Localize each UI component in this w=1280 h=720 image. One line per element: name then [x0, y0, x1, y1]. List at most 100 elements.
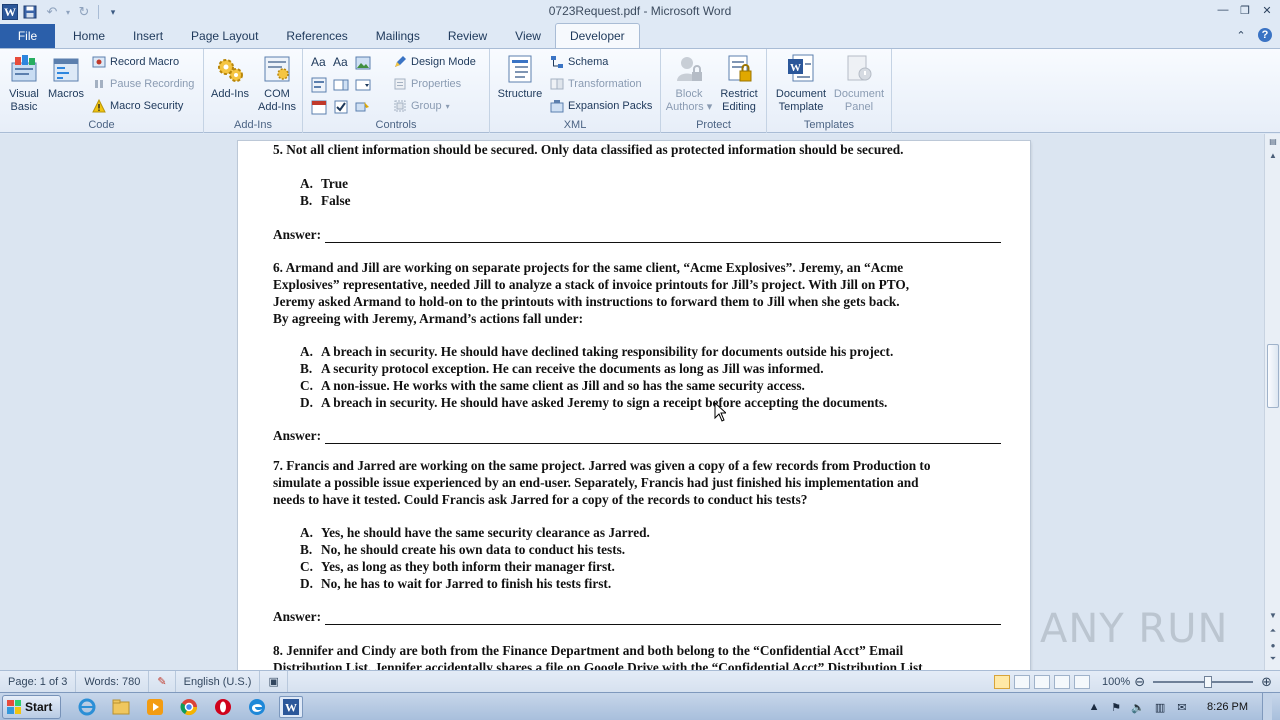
option-text: True	[321, 176, 349, 191]
group-button[interactable]: Group ▾	[393, 96, 450, 116]
document-template-button[interactable]: W Document Template	[771, 53, 831, 114]
q7-option-d: D. No, he has to wait for Jarred to finis…	[300, 575, 611, 592]
visual-basic-label: Visual Basic	[9, 88, 39, 113]
visual-basic-button[interactable]: Visual Basic	[4, 53, 44, 114]
show-hidden-icons-icon[interactable]: ▲	[1087, 700, 1101, 714]
check-box-control-icon[interactable]	[333, 99, 349, 115]
previous-page-icon[interactable]: ⏶	[1265, 624, 1280, 638]
option-letter: B.	[300, 361, 313, 376]
properties-button[interactable]: Properties	[393, 74, 461, 94]
minimize-icon[interactable]: —	[1216, 3, 1230, 17]
word-logo-icon[interactable]: W	[2, 4, 18, 20]
zoom-in-icon[interactable]: ⊕	[1261, 674, 1272, 690]
save-icon[interactable]	[20, 2, 40, 22]
minimize-ribbon-icon[interactable]: ⌃	[1234, 28, 1248, 42]
tab-insert[interactable]: Insert	[119, 24, 177, 48]
full-screen-reading-view-button[interactable]	[1014, 675, 1031, 689]
explorer-icon[interactable]	[109, 696, 133, 718]
scrollbar-thumb[interactable]	[1267, 344, 1279, 408]
network-icon[interactable]: ▥	[1153, 700, 1167, 714]
scroll-up-icon[interactable]: ▲	[1265, 148, 1280, 162]
structure-button[interactable]: Structure	[496, 53, 544, 101]
edge-icon[interactable]	[245, 696, 269, 718]
picture-control-icon[interactable]	[355, 55, 371, 71]
select-browse-object-icon[interactable]: ●	[1265, 638, 1280, 652]
design-mode-label: Design Mode	[411, 56, 476, 68]
chrome-icon[interactable]	[177, 696, 201, 718]
proofing-icon[interactable]: ✎	[149, 670, 176, 693]
vertical-scrollbar[interactable]: ▤ ▲ ▼ ⏶ ● ⏷	[1264, 134, 1280, 670]
macros-button[interactable]: Macros	[46, 53, 86, 101]
q6-answer-line[interactable]: Answer:	[273, 427, 1001, 444]
design-mode-button[interactable]: Design Mode	[393, 52, 476, 72]
rich-text-control-icon[interactable]: Aa	[311, 55, 327, 71]
language[interactable]: English (U.S.)	[176, 670, 261, 693]
start-button[interactable]: Start	[2, 694, 62, 719]
document-page[interactable]: 5. Not all client information should be …	[238, 141, 1030, 670]
word-count[interactable]: Words: 780	[76, 670, 150, 693]
ie-icon[interactable]	[75, 696, 99, 718]
tab-file[interactable]: File	[0, 24, 55, 48]
opera-icon[interactable]	[211, 696, 235, 718]
next-page-icon[interactable]: ⏷	[1265, 652, 1280, 666]
word-icon[interactable]: W	[279, 695, 304, 718]
tab-mailings[interactable]: Mailings	[362, 24, 434, 48]
block-authors-button[interactable]: Block Authors ▾	[665, 53, 713, 114]
combo-box-control-icon[interactable]	[333, 77, 349, 93]
q7-answer-line[interactable]: Answer:	[273, 608, 1001, 625]
add-ins-button[interactable]: Add-Ins	[208, 53, 252, 101]
date-picker-control-icon[interactable]	[311, 99, 327, 115]
macro-security-button[interactable]: Macro Security	[92, 96, 183, 116]
volume-icon[interactable]: 🔈	[1131, 700, 1145, 714]
schema-button[interactable]: Schema	[550, 52, 608, 72]
help-icon[interactable]: ?	[1258, 28, 1272, 42]
record-macro-button[interactable]: Record Macro	[92, 52, 179, 72]
com-add-ins-button[interactable]: COM Add-Ins	[254, 53, 300, 114]
action-center-icon[interactable]: ✉	[1175, 700, 1189, 714]
restrict-editing-button[interactable]: Restrict Editing	[715, 53, 763, 114]
undo-dropdown-icon[interactable]: ▾	[64, 2, 72, 22]
show-desktop-button[interactable]	[1262, 693, 1272, 720]
clock[interactable]: 8:26 PM	[1207, 701, 1248, 713]
transformation-button[interactable]: Transformation	[550, 74, 642, 94]
tab-review[interactable]: Review	[434, 24, 501, 48]
tab-developer[interactable]: Developer	[554, 23, 640, 48]
expansion-packs-button[interactable]: Expansion Packs	[550, 96, 652, 116]
redo-icon[interactable]: ↻	[74, 2, 94, 22]
tab-references[interactable]: References	[272, 24, 361, 48]
ruler-toggle-icon[interactable]: ▤	[1265, 134, 1280, 148]
group-label-protect: Protect	[696, 119, 731, 131]
restore-icon[interactable]: ❐	[1238, 3, 1252, 17]
answer-blank	[325, 431, 1001, 444]
media-player-icon[interactable]	[143, 696, 167, 718]
plain-text-control-icon[interactable]: Aa	[333, 55, 349, 71]
zoom-slider-knob[interactable]	[1204, 676, 1213, 688]
outline-view-button[interactable]	[1054, 675, 1071, 689]
zoom-slider[interactable]	[1153, 676, 1254, 688]
page-count[interactable]: Page: 1 of 3	[0, 670, 77, 693]
tab-page-layout[interactable]: Page Layout	[177, 24, 272, 48]
pause-recording-button[interactable]: Pause Recording	[92, 74, 194, 94]
tab-view[interactable]: View	[501, 24, 555, 48]
legacy-tools-icon[interactable]	[355, 99, 371, 115]
zoom-out-icon[interactable]: ⊖	[1134, 674, 1145, 690]
tab-home[interactable]: Home	[59, 24, 119, 48]
zoom-level[interactable]: 100%	[1102, 676, 1130, 688]
draft-view-button[interactable]	[1074, 675, 1091, 689]
close-icon[interactable]: ✕	[1260, 3, 1274, 17]
drop-down-list-control-icon[interactable]	[355, 77, 371, 93]
document-area[interactable]: 5. Not all client information should be …	[0, 134, 1264, 670]
macro-recording-icon[interactable]: ▣	[260, 670, 288, 693]
transformation-icon	[550, 78, 564, 90]
web-layout-view-button[interactable]	[1034, 675, 1051, 689]
print-layout-view-button[interactable]	[994, 675, 1011, 689]
document-panel-button[interactable]: Document Panel	[829, 53, 889, 114]
scroll-down-icon[interactable]: ▼	[1265, 608, 1280, 622]
building-block-control-icon[interactable]	[311, 77, 327, 93]
undo-icon[interactable]: ↶	[42, 2, 62, 22]
q5-answer-line[interactable]: Answer:	[273, 226, 1001, 243]
customize-qat-icon[interactable]: ▾	[103, 2, 123, 22]
flag-notification-icon[interactable]: ⚑	[1109, 700, 1123, 714]
option-text: A non-issue. He works with the same clie…	[321, 378, 805, 393]
add-ins-label: Add-Ins	[211, 88, 249, 100]
